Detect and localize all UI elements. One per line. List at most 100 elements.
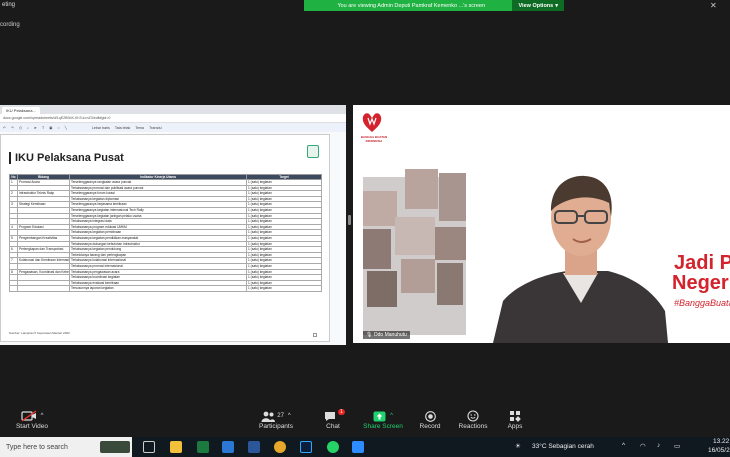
line-icon[interactable]: ╲: [65, 126, 67, 130]
chat-badge: 1: [338, 409, 345, 415]
chat-icon: [324, 411, 335, 421]
logo-text: BANGGA BUATAN INDONESIA: [360, 135, 388, 143]
table-row: Tersusunnya laporan kegiatan 1 (satu) keg…: [9, 285, 322, 292]
participant-name-tag: 🎙 Odo Manuhutu: [363, 331, 410, 339]
apps-icon: [510, 411, 521, 422]
slide-canvas: IKU Pelaksana Pusat No Bidang Indikator …: [0, 132, 346, 345]
apps-label: Apps: [507, 423, 523, 430]
clock-date[interactable]: 16/05/2: [708, 447, 730, 454]
collage-photo: [405, 169, 438, 209]
iku-table: No Bidang Indikator Kinerja Utama Target…: [9, 174, 322, 292]
search-highlight-icon[interactable]: [100, 441, 130, 453]
start-video-button[interactable]: ^ Start Video: [2, 409, 62, 430]
collage-photo: [439, 173, 466, 221]
cell-target: 1 (satu) kegiatan: [246, 285, 322, 292]
toolbar-item-4[interactable]: Transisi: [149, 126, 161, 130]
dropbox-icon[interactable]: [222, 441, 234, 453]
page-indicator-icon: [313, 333, 317, 337]
slide-title: IKU Pelaksana Pusat: [9, 152, 124, 164]
volume-icon[interactable]: ♪: [657, 442, 660, 449]
hashtag: #BanggaBuatanIndonesia: [674, 298, 730, 308]
redo-icon[interactable]: ↷: [11, 126, 14, 130]
recording-label: cording: [0, 22, 20, 28]
photoshop-icon[interactable]: [300, 441, 312, 453]
browser-address-bar[interactable]: docs.google.com/spreadsheets/d/1qE2B9dX-…: [0, 114, 346, 123]
reactions-label: Reactions: [458, 423, 488, 430]
shape-icon[interactable]: ○: [58, 126, 60, 130]
shared-screen: IKU Pelaksana... docs.google.com/spreads…: [0, 105, 346, 345]
chevron-up-icon[interactable]: ^: [622, 442, 625, 449]
zoom-meeting-window: eting ✕ cording You are viewing Admin De…: [0, 0, 730, 457]
speaker-video[interactable]: BANGGA BUATAN INDONESIA Jadi Pahlaw Ne: [353, 105, 730, 343]
file-explorer-icon[interactable]: [170, 441, 182, 453]
slide[interactable]: IKU Pelaksana Pusat No Bidang Indikator …: [0, 134, 330, 342]
textbox-icon[interactable]: T: [42, 126, 44, 130]
split-divider-handle[interactable]: [348, 215, 351, 225]
reactions-icon: [467, 410, 479, 422]
chrome-icon[interactable]: [274, 441, 286, 453]
cell-iku: Tersusunnya laporan kegiatan: [69, 285, 247, 292]
collage-photo: [363, 191, 397, 226]
participant-name: Odo Manuhutu: [373, 332, 407, 338]
excel-icon[interactable]: [197, 441, 209, 453]
collage-photo: [367, 271, 397, 307]
slogan-line-2: Negeri den: [672, 272, 730, 294]
apps-button[interactable]: Apps: [485, 409, 545, 430]
collage-photo: [435, 227, 466, 260]
meeting-controls: ^ Start Video 27 ^ Participants 1 ^ Chat…: [0, 405, 730, 435]
start-video-label: Start Video: [15, 423, 49, 430]
weather-text[interactable]: 33°C Sebagian cerah: [532, 443, 594, 450]
viewing-message: You are viewing Admin Deputi Pamkraf Kem…: [337, 2, 486, 9]
bangga-buatan-indonesia-logo: [362, 113, 382, 132]
zoom-icon[interactable]: ⌕: [27, 126, 29, 130]
cell-bidang: Pengawasan, Koordinasi dan Keberlanjutan…: [17, 268, 70, 276]
organization-logo-icon: [307, 145, 319, 158]
chevron-up-icon[interactable]: ^: [390, 413, 393, 419]
network-icon[interactable]: ◠: [640, 442, 646, 450]
toolbar-item-2[interactable]: Tata letak: [115, 126, 130, 130]
microphone-muted-icon: 🎙: [366, 332, 373, 338]
share-screen-label: Share Screen: [363, 423, 403, 430]
window-title: eting: [2, 2, 16, 8]
photo-collage: [363, 169, 466, 311]
word-icon[interactable]: [248, 441, 260, 453]
participants-icon: [261, 411, 276, 422]
participants-button[interactable]: 27 ^ Participants: [246, 409, 306, 430]
toolbar-item-3[interactable]: Tema: [135, 126, 144, 130]
cell-bidang: [17, 285, 70, 292]
browser-tab-strip: IKU Pelaksana...: [0, 105, 346, 114]
record-icon: [424, 410, 436, 422]
close-icon[interactable]: ✕: [710, 1, 717, 10]
cell-bidang: Perlengkapan dan Transportasi: [17, 246, 70, 253]
image-icon[interactable]: ▣: [49, 126, 52, 130]
search-placeholder: Type here to search: [6, 443, 68, 451]
chevron-down-icon: ▾: [555, 2, 558, 9]
slides-toolbar: ↶ ↷ ⎙ ⌕ ➤ T ▣ ○ ╲ Lebar baris Tata letak…: [0, 123, 346, 132]
zoom-taskbar-icon[interactable]: [352, 441, 364, 453]
collage-photo: [437, 263, 463, 305]
whatsapp-icon[interactable]: [327, 441, 339, 453]
viewing-banner: You are viewing Admin Deputi Pamkraf Kem…: [304, 0, 564, 11]
toolbar-item-1[interactable]: Lebar baris: [92, 126, 110, 130]
clock-time[interactable]: 13.22: [713, 438, 729, 445]
cursor-icon[interactable]: ➤: [34, 126, 37, 130]
cell-no: [9, 285, 18, 292]
undo-icon[interactable]: ↶: [3, 126, 6, 130]
browser-tab[interactable]: IKU Pelaksana...: [2, 107, 40, 114]
chevron-up-icon[interactable]: ^: [288, 413, 291, 419]
video-off-icon: [20, 410, 36, 422]
collage-photo: [363, 229, 391, 269]
chevron-up-icon[interactable]: ^: [41, 413, 44, 419]
record-label: Record: [419, 423, 441, 430]
print-icon[interactable]: ⎙: [19, 126, 22, 130]
participants-count: 27: [277, 413, 284, 419]
participants-label: Participants: [259, 423, 293, 430]
weather-icon: ☀: [515, 443, 521, 450]
chat-label: Chat: [326, 423, 340, 430]
view-options-button[interactable]: View Options ▾: [512, 0, 564, 11]
slide-source: Sumber: Lampiran II Keputusan Menteri 20…: [9, 331, 70, 335]
iku-table-body: 1 Promosi Acara Terselenggaranya rangkaian…: [9, 179, 322, 292]
task-view-icon[interactable]: [143, 441, 155, 453]
battery-icon[interactable]: ▭: [674, 442, 680, 450]
view-options-label: View Options: [518, 2, 554, 9]
